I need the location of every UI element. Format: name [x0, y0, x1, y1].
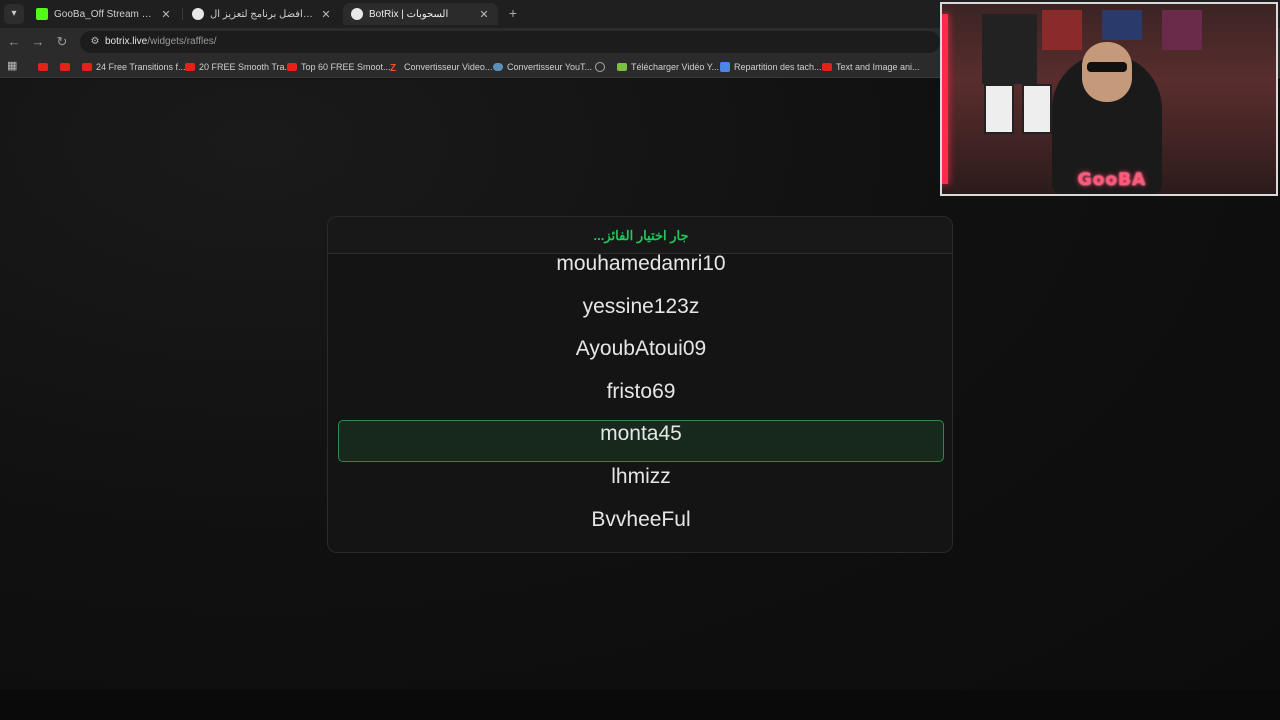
new-tab-button[interactable]: +	[505, 5, 521, 21]
bookmark-youtube-1[interactable]	[38, 60, 52, 74]
raffle-entry: mouhamedamri10	[556, 252, 726, 275]
raffle-entry: monta45	[600, 422, 682, 445]
youtube-icon	[287, 63, 297, 71]
tab-title: الويدجتات | أفضل برنامج لتعزيز ال	[210, 8, 314, 20]
bookmark-converter-video[interactable]: Z Convertisseur Video...	[390, 60, 492, 74]
close-tab-icon[interactable]: ✕	[478, 8, 490, 21]
raffle-entry: AyoubAtoui09	[575, 337, 707, 360]
raffle-entry: lhmizz	[611, 465, 671, 488]
tab-search-icon[interactable]: ▾	[4, 4, 24, 24]
tab-widgets[interactable]: الويدجتات | أفضل برنامج لتعزيز ال ✕	[184, 3, 340, 25]
close-tab-icon[interactable]: ✕	[320, 8, 332, 21]
sunglasses	[1087, 62, 1127, 72]
browser-window: ▾ GooBa_Off Stream - Watch Live ✕ الويدج…	[0, 0, 1280, 720]
raffle-entries-list: mouhamedamri10 yessine123z AyoubAtoui09 …	[328, 252, 952, 552]
tab-title: GooBa_Off Stream - Watch Live	[54, 8, 154, 20]
bookmark-text-image[interactable]: Text and Image ani...	[822, 60, 920, 74]
youtube-icon	[38, 63, 48, 71]
streamer-head	[1082, 42, 1132, 102]
globe-icon	[595, 62, 605, 72]
page-footer-area	[0, 690, 1280, 720]
bookmark-converter-youtube[interactable]: Convertisseur YouT...	[493, 60, 592, 74]
neon-light	[942, 14, 948, 184]
webcam-overlay: GooBA	[940, 2, 1278, 196]
bookmark-smooth-transitions[interactable]: 20 FREE Smooth Tra...	[185, 60, 292, 74]
address-bar[interactable]: ⚙ botrix.live/widgets/raffles/	[80, 31, 940, 53]
botrix-icon	[192, 8, 204, 20]
docs-icon	[720, 62, 730, 72]
youtube-icon	[822, 63, 832, 71]
jersey-frame	[984, 84, 1014, 134]
converter-icon	[493, 63, 503, 71]
raffle-entry-highlighted: fristo69	[606, 380, 676, 403]
apps-grid-icon[interactable]: ▦	[7, 60, 19, 72]
tab-raffles[interactable]: BotRix | السحوبات ✕	[343, 3, 498, 25]
forward-arrow-icon[interactable]: →	[30, 34, 46, 50]
bookmark-transitions[interactable]: 24 Free Transitions f...	[82, 60, 186, 74]
reload-icon[interactable]: ↻	[54, 34, 70, 50]
bookmark-youtube-2[interactable]	[60, 60, 74, 74]
kick-icon	[36, 8, 48, 20]
bookmark-repartition[interactable]: Repartition des tach...	[720, 60, 822, 74]
back-arrow-icon[interactable]: ←	[6, 34, 22, 50]
youtube-icon	[60, 63, 70, 71]
gooba-logo: GooBA	[1077, 170, 1147, 190]
site-settings-icon[interactable]: ⚙	[88, 35, 102, 49]
youtube-icon	[185, 63, 195, 71]
bookmark-telecharger[interactable]: Télécharger Vidéo Y...	[617, 60, 719, 74]
poster-image	[1162, 10, 1202, 50]
tab-title: BotRix | السحوبات	[369, 8, 449, 20]
tab-gooba-stream[interactable]: GooBa_Off Stream - Watch Live ✕	[28, 3, 180, 25]
bookmark-top60[interactable]: Top 60 FREE Smoot...	[287, 60, 391, 74]
poster-image	[1102, 10, 1142, 40]
z-icon: Z	[390, 63, 397, 74]
download-icon	[617, 63, 627, 71]
close-tab-icon[interactable]: ✕	[160, 8, 172, 21]
jersey-frame	[1022, 84, 1052, 134]
raffle-entry: yessine123z	[582, 295, 700, 318]
botrix-icon	[351, 8, 363, 20]
url-text[interactable]: botrix.live/widgets/raffles/	[105, 36, 217, 47]
raffle-widget: ...جار اختيار الفائز mouhamedamri10 yess…	[327, 216, 953, 553]
poster-image	[982, 14, 1037, 84]
bookmark-globe[interactable]	[595, 60, 609, 74]
raffle-status: ...جار اختيار الفائز	[593, 228, 689, 243]
poster-image	[1042, 10, 1082, 50]
raffle-entry: BvvheeFul	[591, 508, 691, 531]
youtube-icon	[82, 63, 92, 71]
